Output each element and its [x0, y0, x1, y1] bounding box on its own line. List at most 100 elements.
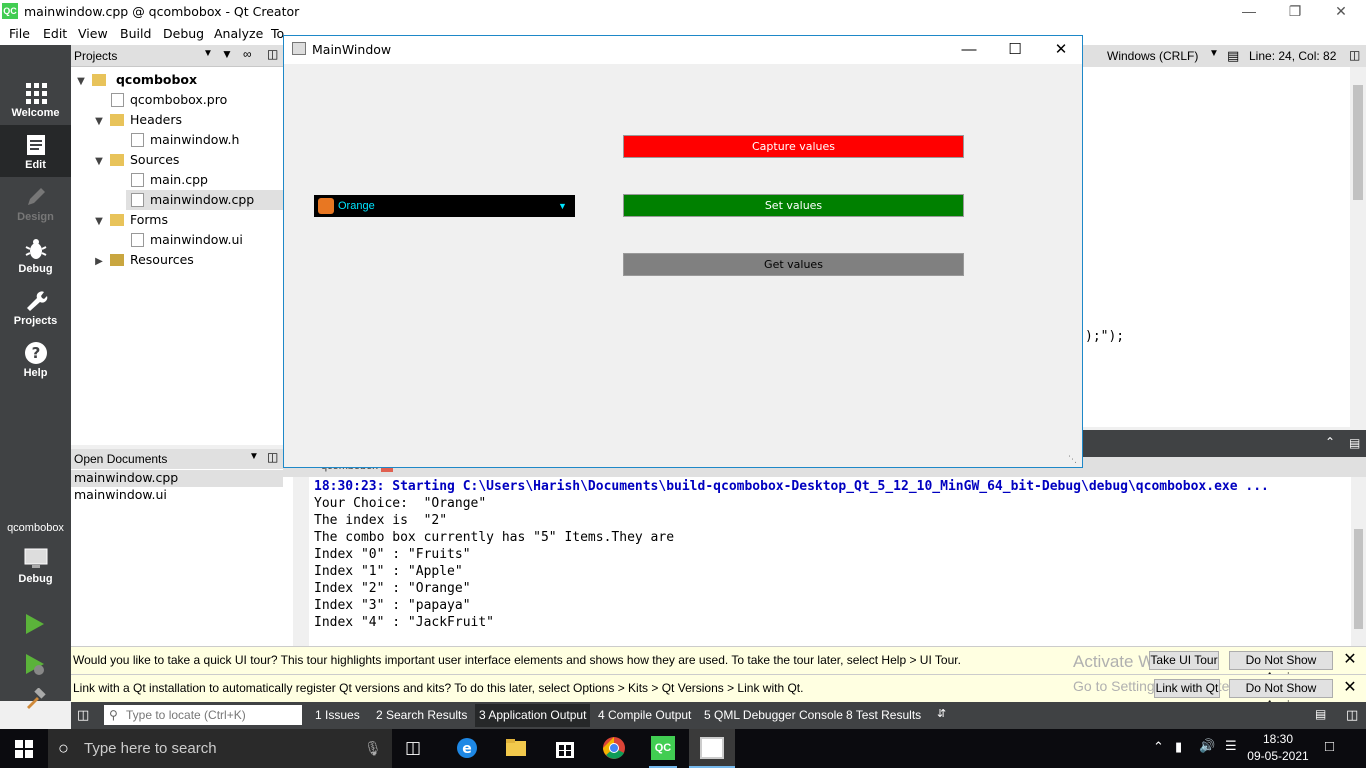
qt-creator-taskbar-icon[interactable]: QC [651, 736, 675, 760]
split-icon[interactable]: ◫ [267, 47, 278, 61]
chrome-icon[interactable] [602, 736, 626, 760]
locator-input[interactable]: ⚲ Type to locate (Ctrl+K) [104, 705, 302, 725]
split-icon[interactable]: ◫ [267, 450, 278, 464]
application-output[interactable]: 18:30:23: Starting C:\Users\Harish\Docum… [309, 477, 1351, 646]
output-scrollbar[interactable] [1351, 477, 1366, 646]
open-documents-title: Open Documents [74, 452, 168, 466]
tree-item-headers[interactable]: ▼ Headers [71, 110, 283, 130]
toggle-sidebar-icon[interactable]: ◫ [77, 707, 89, 723]
open-document-item[interactable]: mainwindow.ui [74, 487, 167, 502]
cursor-position[interactable]: Line: 24, Col: 82 [1249, 49, 1336, 63]
editor-scrollbar[interactable] [1350, 67, 1366, 427]
open-document-item[interactable]: mainwindow.cpp [71, 470, 283, 487]
line-ending-selector[interactable]: Windows (CRLF) [1107, 49, 1198, 63]
more-tabs-icon[interactable]: ⇵ [937, 707, 946, 720]
tab-qml-debugger-console[interactable]: 5 QML Debugger Console [704, 708, 843, 722]
mode-welcome[interactable]: Welcome [0, 73, 71, 125]
mainwindow-close-button[interactable]: ✕ [1038, 36, 1084, 64]
projects-dropdown-arrow[interactable]: ▼ [203, 48, 213, 59]
line-ending-arrow[interactable]: ▼ [1209, 48, 1219, 59]
show-hidden-icons-icon[interactable]: ⌃ [1153, 739, 1164, 755]
tree-item-root[interactable]: ▼ qcombobox [71, 70, 283, 90]
menu-edit[interactable]: Edit [43, 26, 67, 41]
mainwindow-taskbar-button[interactable] [689, 729, 735, 768]
kit-selector[interactable]: Debug [0, 539, 71, 593]
maximize-output-icon[interactable]: ⌃ [1325, 435, 1335, 449]
toggle-right-sidebar-icon[interactable]: ◫ [1346, 707, 1358, 723]
collapse-arrow-icon[interactable]: ▼ [92, 112, 106, 132]
volume-icon[interactable]: 🔊 [1199, 738, 1215, 754]
debug-run-icon[interactable] [24, 652, 46, 676]
task-view-icon[interactable]: ◫ [405, 738, 421, 758]
notifications-icon[interactable]: □ [1325, 738, 1334, 755]
minimize-button[interactable]: — [1226, 0, 1272, 23]
tab-compile-output[interactable]: 4 Compile Output [598, 708, 691, 722]
close-notification-icon[interactable]: ✕ [1341, 651, 1359, 669]
filter-icon[interactable]: ▼ [221, 47, 233, 61]
store-icon[interactable] [553, 736, 577, 760]
take-ui-tour-button[interactable]: Take UI Tour [1149, 651, 1219, 670]
projects-pane-header: Projects ▼ ▼ ∞ ◫ [71, 45, 283, 67]
tree-item-form-file[interactable]: mainwindow.ui [71, 230, 283, 250]
split-icon[interactable]: ◫ [1349, 48, 1360, 62]
menu-build[interactable]: Build [120, 26, 151, 41]
tab-issues[interactable]: 1 Issues [315, 708, 360, 722]
collapse-arrow-icon[interactable]: ▼ [74, 72, 88, 92]
mode-edit[interactable]: Edit [0, 125, 71, 177]
tab-application-output[interactable]: 3 Application Output [475, 704, 591, 727]
clock-time[interactable]: 18:30 [1252, 732, 1304, 746]
link-icon[interactable]: ∞ [243, 47, 252, 61]
menu-view[interactable]: View [78, 26, 108, 41]
edge-browser-icon[interactable]: e [455, 736, 479, 760]
menu-file[interactable]: File [9, 26, 30, 41]
windows-start-icon[interactable] [15, 740, 33, 758]
open-documents-dropdown-arrow[interactable]: ▼ [249, 451, 259, 462]
set-values-button[interactable]: Set values [623, 194, 964, 217]
tree-item-sources[interactable]: ▼ Sources [71, 150, 283, 170]
menu-analyze[interactable]: Analyze [214, 26, 263, 41]
close-button[interactable]: ✕ [1318, 0, 1364, 23]
get-values-button[interactable]: Get values [623, 253, 964, 276]
fruit-combo-box[interactable]: Orange ▼ [314, 195, 575, 217]
microphone-icon[interactable]: 🎙 [364, 729, 382, 768]
mode-help[interactable]: ? Help [0, 333, 71, 385]
code-editor[interactable]: );"); [1083, 67, 1366, 427]
run-icon[interactable] [24, 612, 46, 636]
progress-toggle-icon[interactable]: ▤ [1315, 707, 1326, 721]
mode-design[interactable]: Design [0, 177, 71, 229]
network-icon[interactable]: ☰ [1225, 738, 1237, 754]
do-not-show-again-button[interactable]: Do Not Show Again [1229, 679, 1333, 712]
tree-item-pro[interactable]: qcombobox.pro [71, 90, 283, 110]
tree-item-main-cpp[interactable]: main.cpp [71, 170, 283, 190]
close-output-icon[interactable]: ▤ [1349, 436, 1360, 450]
tree-item-resources[interactable]: ▶ Resources [71, 250, 283, 270]
capture-values-button[interactable]: Capture values [623, 135, 964, 158]
collapse-arrow-icon[interactable]: ▼ [92, 152, 106, 172]
mode-debug[interactable]: Debug [0, 229, 71, 281]
build-hammer-icon[interactable] [24, 688, 46, 710]
mode-projects[interactable]: Projects [0, 281, 71, 333]
tree-item-forms[interactable]: ▼ Forms [71, 210, 283, 230]
expand-arrow-icon[interactable]: ▶ [92, 252, 106, 272]
battery-icon[interactable]: ▮ [1175, 739, 1182, 755]
clock-date[interactable]: 09-05-2021 [1247, 749, 1309, 763]
restore-button[interactable]: ❐ [1272, 0, 1318, 23]
do-not-show-again-button[interactable]: Do Not Show Again [1229, 651, 1333, 684]
mainwindow-maximize-button[interactable]: ☐ [992, 36, 1038, 64]
taskbar-search-box[interactable]: ○ Type here to search 🎙 [48, 729, 392, 768]
open-documents-scrollbar[interactable] [293, 469, 309, 646]
tree-item-header-file[interactable]: mainwindow.h [71, 130, 283, 150]
menu-debug[interactable]: Debug [163, 26, 204, 41]
resize-grip-icon[interactable]: ⋱ [1068, 454, 1077, 465]
link-with-qt-button[interactable]: Link with Qt [1154, 679, 1220, 698]
tree-item-mainwindow-cpp[interactable]: mainwindow.cpp [126, 190, 283, 210]
chevron-down-icon[interactable]: ▼ [558, 195, 567, 217]
collapse-arrow-icon[interactable]: ▼ [92, 212, 106, 232]
editor-scrollbar-thumb[interactable] [1353, 85, 1363, 200]
tab-search-results[interactable]: 2 Search Results [376, 708, 467, 722]
mainwindow-minimize-button[interactable]: — [946, 36, 992, 64]
output-scrollbar-thumb[interactable] [1354, 529, 1363, 629]
file-explorer-icon[interactable] [504, 736, 528, 760]
tab-test-results[interactable]: 8 Test Results [846, 708, 921, 722]
close-notification-icon[interactable]: ✕ [1341, 679, 1359, 697]
